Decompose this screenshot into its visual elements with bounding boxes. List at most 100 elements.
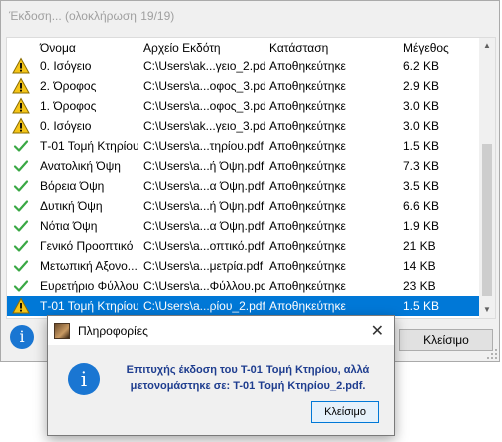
row-file: C:\Users\a...οπτικό.pdf bbox=[143, 239, 265, 253]
row-size: 1.5 KB bbox=[403, 299, 440, 313]
row-file: C:\Users\a...α Όψη.pdf bbox=[143, 179, 265, 193]
info-dialog: Πληροφορίες ✕ i Επιτυχής έκδοση του Τ-01… bbox=[47, 315, 395, 436]
vertical-scrollbar[interactable]: ▲ ▼ bbox=[479, 38, 495, 318]
row-size: 1.9 KB bbox=[403, 219, 440, 233]
row-file: C:\Users\ak...γειο_3.pdf bbox=[143, 119, 265, 133]
window-title: Έκδοση... (ολοκλήρωση 19/19) bbox=[9, 9, 175, 23]
table-row[interactable]: Βόρεια Όψη C:\Users\a...α Όψη.pdf Αποθηκεύ… bbox=[7, 176, 481, 196]
row-name: Ευρετήριο Φύλλου bbox=[40, 279, 138, 293]
table-row[interactable]: 2. Όροφος C:\Users\a...οφος_3.pdf Αποθηκεύ… bbox=[7, 76, 481, 96]
warning-icon bbox=[12, 77, 30, 95]
row-name: 2. Όροφος bbox=[40, 79, 97, 93]
row-size: 14 KB bbox=[403, 259, 436, 273]
row-status: Αποθηκεύτηκε bbox=[269, 299, 346, 313]
row-size: 2.9 KB bbox=[403, 79, 440, 93]
publish-list[interactable]: Όνομα Αρχείο Εκδότη Κατάσταση Μέγεθος 0.… bbox=[6, 37, 496, 319]
column-header-size[interactable]: Μέγεθος bbox=[403, 41, 449, 55]
warning-icon bbox=[12, 297, 30, 315]
row-name: 0. Ισόγειο bbox=[40, 119, 92, 133]
table-row[interactable]: Ανατολική Όψη C:\Users\a...ή Όψη.pdf Αποθη… bbox=[7, 156, 481, 176]
warning-icon bbox=[12, 57, 30, 75]
table-row[interactable]: Νότια Όψη C:\Users\a...α Όψη.pdf Αποθηκεύτ… bbox=[7, 216, 481, 236]
row-size: 21 KB bbox=[403, 239, 436, 253]
row-file: C:\Users\a...μετρία.pdf bbox=[143, 259, 264, 273]
row-status: Αποθηκεύτηκε bbox=[269, 79, 346, 93]
row-name: Βόρεια Όψη bbox=[40, 179, 105, 193]
dialog-message-line: Επιτυχής έκδοση του Τ-01 Τομή Κτηρίου, α… bbox=[126, 364, 370, 376]
scroll-thumb[interactable] bbox=[482, 144, 492, 296]
scroll-down-arrow-icon[interactable]: ▼ bbox=[479, 302, 495, 318]
warning-icon bbox=[12, 97, 30, 115]
info-icon: i bbox=[10, 325, 34, 349]
scroll-up-arrow-icon[interactable]: ▲ bbox=[479, 38, 495, 54]
table-row[interactable]: Τ-01 Τομή Κτηρίου C:\Users\a...ρίου_2.pdf… bbox=[7, 296, 481, 316]
row-status: Αποθηκεύτηκε bbox=[269, 199, 346, 213]
row-status: Αποθηκεύτηκε bbox=[269, 259, 346, 273]
resize-grip-icon[interactable] bbox=[487, 349, 497, 359]
row-file: C:\Users\a...τηρίου.pdf bbox=[143, 139, 264, 153]
close-button[interactable]: Κλείσιμο bbox=[399, 329, 493, 351]
checkmark-icon bbox=[12, 237, 30, 255]
row-file: C:\Users\a...ρίου_2.pdf bbox=[143, 299, 265, 313]
row-size: 3.5 KB bbox=[403, 179, 440, 193]
row-status: Αποθηκεύτηκε bbox=[269, 279, 346, 293]
row-file: C:\Users\a...οφος_3.pdf bbox=[143, 79, 265, 93]
column-header-status[interactable]: Κατάσταση bbox=[269, 41, 328, 55]
row-name: Τ-01 Τομή Κτηρίου bbox=[40, 299, 138, 313]
checkmark-icon bbox=[12, 137, 30, 155]
checkmark-icon bbox=[12, 217, 30, 235]
table-row[interactable]: 0. Ισόγειο C:\Users\ak...γειο_2.pdf Αποθηκ… bbox=[7, 56, 481, 76]
dialog-close-button[interactable]: Κλείσιμο bbox=[311, 401, 379, 423]
dialog-message: Επιτυχής έκδοση του Τ-01 Τομή Κτηρίου, α… bbox=[120, 362, 376, 394]
column-header-publisher-file[interactable]: Αρχείο Εκδότη bbox=[143, 41, 221, 55]
checkmark-icon bbox=[12, 177, 30, 195]
row-status: Αποθηκεύτηκε bbox=[269, 179, 346, 193]
checkmark-icon bbox=[12, 197, 30, 215]
row-name: Μετωπική Αξονο... bbox=[40, 259, 138, 273]
row-status: Αποθηκεύτηκε bbox=[269, 119, 346, 133]
warning-icon bbox=[12, 117, 30, 135]
table-row[interactable]: Μετωπική Αξονο... C:\Users\a...μετρία.pdf… bbox=[7, 256, 481, 276]
table-row[interactable]: Ευρετήριο Φύλλου C:\Users\a...Φύλλου.pdf Α… bbox=[7, 276, 481, 296]
row-size: 6.6 KB bbox=[403, 199, 440, 213]
table-row[interactable]: 1. Όροφος C:\Users\a...οφος_3.pdf Αποθηκεύ… bbox=[7, 96, 481, 116]
row-file: C:\Users\a...ή Όψη.pdf bbox=[143, 199, 265, 213]
row-size: 3.0 KB bbox=[403, 99, 440, 113]
row-status: Αποθηκεύτηκε bbox=[269, 219, 346, 233]
checkmark-icon bbox=[12, 277, 30, 295]
list-header: Όνομα Αρχείο Εκδότη Κατάσταση Μέγεθος bbox=[7, 38, 481, 56]
checkmark-icon bbox=[12, 157, 30, 175]
dialog-message-line: μετονομάστηκε σε: Τ-01 Τομή Κτηρίου_2.pd… bbox=[130, 380, 366, 392]
table-row[interactable]: Τ-01 Τομή Κτηρίου C:\Users\a...τηρίου.pdf… bbox=[7, 136, 481, 156]
row-status: Αποθηκεύτηκε bbox=[269, 159, 346, 173]
table-row[interactable]: Γενικό Προοπτικό C:\Users\a...οπτικό.pdf Α… bbox=[7, 236, 481, 256]
close-icon[interactable]: ✕ bbox=[371, 321, 384, 340]
row-file: C:\Users\a...οφος_3.pdf bbox=[143, 99, 265, 113]
row-name: 1. Όροφος bbox=[40, 99, 97, 113]
table-row[interactable]: 0. Ισόγειο C:\Users\ak...γειο_3.pdf Αποθηκ… bbox=[7, 116, 481, 136]
row-name: Δυτική Όψη bbox=[40, 199, 103, 213]
row-size: 1.5 KB bbox=[403, 139, 440, 153]
app-logo-icon bbox=[54, 323, 70, 339]
row-status: Αποθηκεύτηκε bbox=[269, 239, 346, 253]
dialog-title: Πληροφορίες bbox=[78, 324, 148, 338]
row-file: C:\Users\a...α Όψη.pdf bbox=[143, 219, 265, 233]
table-row[interactable]: Δυτική Όψη C:\Users\a...ή Όψη.pdf Αποθηκεύ… bbox=[7, 196, 481, 216]
row-name: Γενικό Προοπτικό bbox=[40, 239, 134, 253]
dialog-body: i Επιτυχής έκδοση του Τ-01 Τομή Κτηρίου,… bbox=[48, 345, 394, 435]
row-status: Αποθηκεύτηκε bbox=[269, 99, 346, 113]
row-size: 7.3 KB bbox=[403, 159, 440, 173]
row-status: Αποθηκεύτηκε bbox=[269, 59, 346, 73]
column-header-name[interactable]: Όνομα bbox=[40, 41, 76, 55]
row-name: Ανατολική Όψη bbox=[40, 159, 121, 173]
row-name: Νότια Όψη bbox=[40, 219, 98, 233]
row-size: 6.2 KB bbox=[403, 59, 440, 73]
info-icon: i bbox=[68, 363, 100, 395]
dialog-titlebar: Πληροφορίες ✕ bbox=[48, 316, 394, 345]
row-file: C:\Users\ak...γειο_2.pdf bbox=[143, 59, 265, 73]
row-size: 23 KB bbox=[403, 279, 436, 293]
row-file: C:\Users\a...ή Όψη.pdf bbox=[143, 159, 265, 173]
row-file: C:\Users\a...Φύλλου.pdf bbox=[143, 279, 265, 293]
row-name: 0. Ισόγειο bbox=[40, 59, 92, 73]
checkmark-icon bbox=[12, 257, 30, 275]
